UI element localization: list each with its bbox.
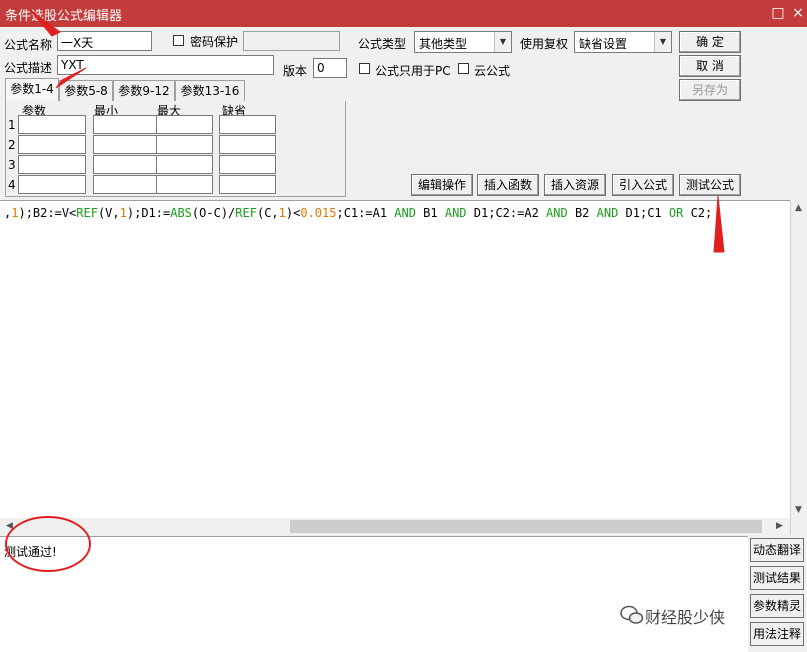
annotation-overlay [5, 9, 725, 572]
annotation-circle [5, 516, 91, 572]
annotation-arrow [29, 9, 61, 37]
annotation-arrow [55, 67, 87, 89]
annotation-arrow [713, 195, 725, 253]
